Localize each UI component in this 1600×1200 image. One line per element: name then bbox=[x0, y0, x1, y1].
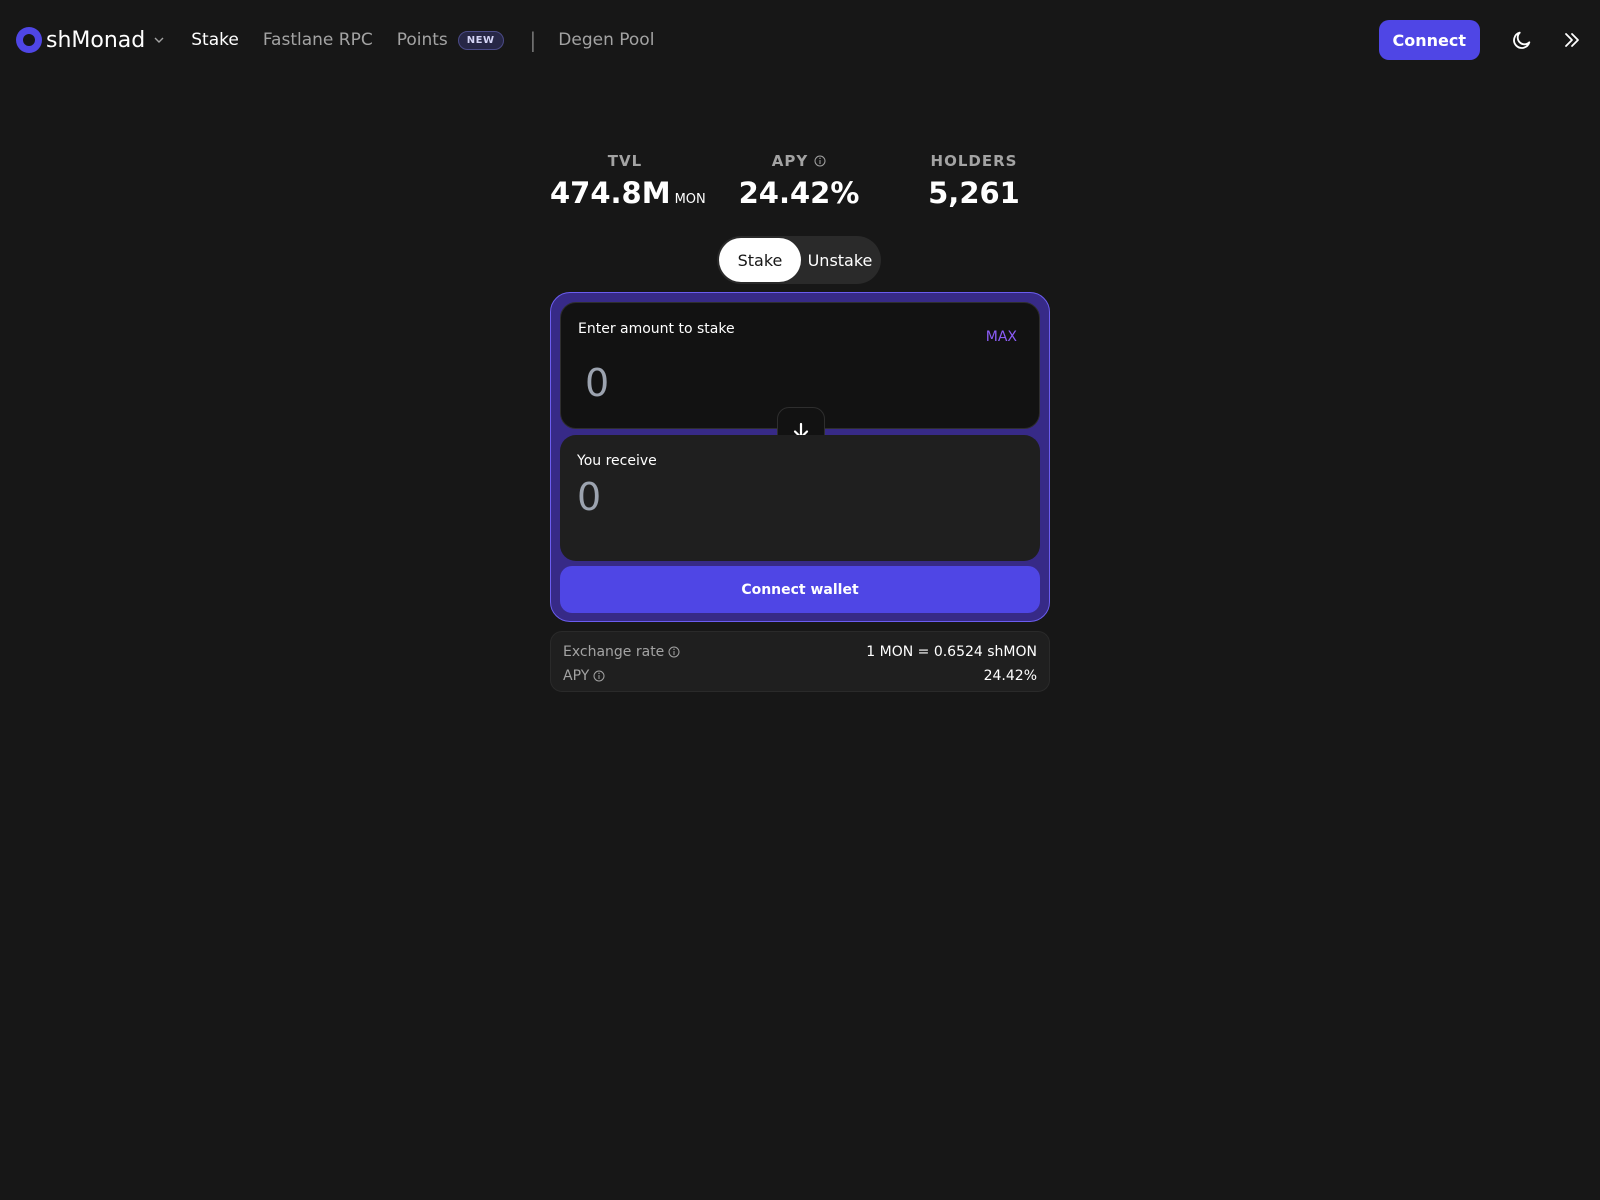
header-actions: Connect bbox=[1378, 20, 1585, 60]
nav-item-points-label: Points bbox=[396, 30, 448, 50]
chevron-down-icon bbox=[154, 37, 164, 43]
new-badge: NEW bbox=[457, 30, 504, 50]
info-icon[interactable] bbox=[593, 670, 605, 682]
nav-item-stake[interactable]: Stake bbox=[191, 30, 239, 50]
nav-item-points[interactable]: Points NEW bbox=[397, 30, 504, 50]
stake-amount-input[interactable] bbox=[585, 357, 985, 409]
stake-card: Enter amount to stake MAX You receive 0 … bbox=[550, 292, 1050, 622]
nav-separator: | bbox=[529, 28, 537, 52]
theme-toggle-button[interactable] bbox=[1510, 28, 1534, 52]
stat-holders: HOLDERS 5,261 bbox=[899, 152, 1049, 210]
max-button[interactable]: MAX bbox=[986, 329, 1017, 345]
tab-stake[interactable]: Stake bbox=[719, 238, 801, 282]
logo-icon bbox=[16, 27, 42, 53]
info-icon[interactable] bbox=[668, 646, 680, 658]
exchange-rate-key: Exchange rate bbox=[563, 644, 680, 660]
stat-tvl: TVL 474.8M MON bbox=[550, 152, 706, 210]
receive-amount: 0 bbox=[577, 475, 602, 519]
stat-apy-value: 24.42% bbox=[738, 176, 860, 210]
double-chevron-right-icon bbox=[1565, 33, 1579, 47]
stat-holders-label: HOLDERS bbox=[930, 152, 1018, 170]
receive-box: You receive 0 bbox=[560, 435, 1040, 561]
stat-tvl-value: 474.8M MON bbox=[550, 176, 706, 210]
stat-apy-label: APY bbox=[724, 152, 874, 170]
exchange-rate-value: 1 MON = 0.6524 shMON bbox=[866, 644, 1037, 660]
stat-tvl-label: TVL bbox=[607, 152, 643, 170]
moon-icon bbox=[1513, 31, 1531, 49]
stat-apy: APY 24.42% bbox=[724, 152, 874, 210]
stake-unstake-toggle: Stake Unstake bbox=[717, 236, 881, 284]
stake-input-label: Enter amount to stake bbox=[578, 321, 735, 337]
brand-name: shMonad bbox=[46, 27, 146, 53]
info-icon[interactable] bbox=[814, 155, 826, 167]
apy-value: 24.42% bbox=[983, 668, 1037, 684]
nav-item-degen-pool[interactable]: Degen Pool bbox=[558, 30, 654, 50]
brand-menu[interactable]: shMonad bbox=[16, 27, 165, 53]
stat-holders-value: 5,261 bbox=[928, 176, 1020, 210]
connect-button[interactable]: Connect bbox=[1378, 20, 1480, 60]
rate-info-panel: Exchange rate 1 MON = 0.6524 shMON APY 2… bbox=[550, 631, 1050, 692]
apy-row: APY 24.42% bbox=[563, 665, 1037, 687]
apy-key: APY bbox=[563, 668, 605, 684]
nav-item-fastlane-rpc[interactable]: Fastlane RPC bbox=[263, 30, 373, 50]
main-nav: Stake Fastlane RPC Points NEW | Degen Po… bbox=[191, 28, 678, 52]
exchange-rate-label: Exchange rate bbox=[563, 644, 665, 660]
connect-wallet-button[interactable]: Connect wallet bbox=[560, 566, 1040, 613]
stats-bar: TVL 474.8M MON APY 24.42% HOLDERS 5,261 bbox=[550, 152, 1050, 232]
tab-unstake[interactable]: Unstake bbox=[801, 238, 879, 282]
exchange-rate-row: Exchange rate 1 MON = 0.6524 shMON bbox=[563, 641, 1037, 663]
expand-panel-button[interactable] bbox=[1560, 28, 1584, 52]
apy-label: APY bbox=[563, 668, 590, 684]
top-navbar: shMonad Stake Fastlane RPC Points NEW | … bbox=[0, 0, 1600, 80]
stat-apy-label-text: APY bbox=[771, 152, 809, 170]
receive-label: You receive bbox=[577, 453, 657, 469]
tvl-amount: 474.8M bbox=[550, 176, 671, 210]
tvl-unit: MON bbox=[674, 192, 706, 207]
